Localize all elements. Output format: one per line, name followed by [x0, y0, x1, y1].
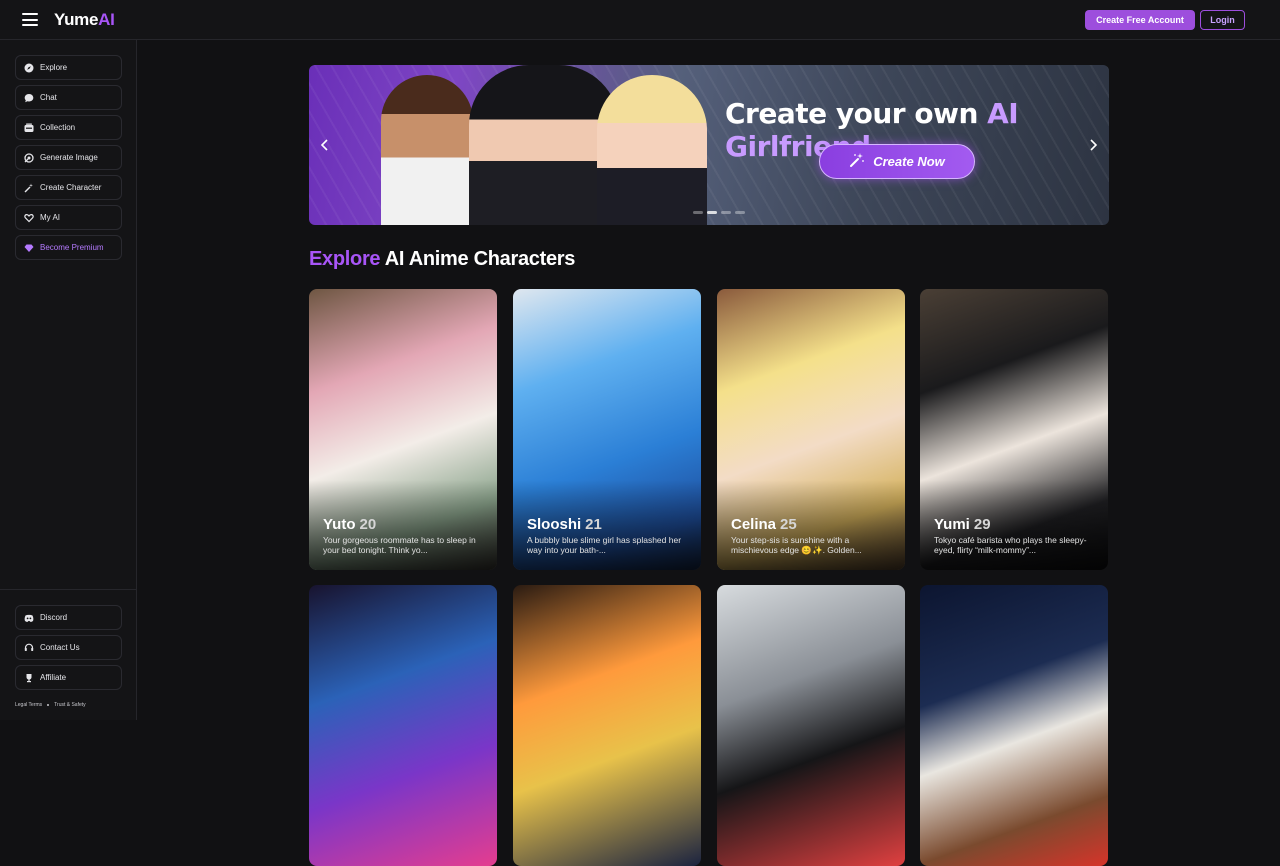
sidebar-item-label: Contact Us	[40, 643, 80, 652]
section-title-rest: AI Anime Characters	[384, 248, 576, 270]
compass-icon	[24, 63, 34, 73]
sidebar-item-label: Collection	[40, 123, 76, 132]
carousel-dot[interactable]	[735, 211, 745, 214]
chat-bubble-icon	[24, 93, 34, 103]
heart-hands-icon	[24, 213, 34, 223]
sidebar-item-label: Chat	[40, 93, 57, 102]
top-bar: YumeAI Create Free Account Login	[0, 0, 1280, 40]
sidebar-item-discord[interactable]: Discord	[15, 605, 122, 630]
banner-title-prefix: Create your own	[725, 97, 978, 130]
trophy-icon	[24, 673, 34, 683]
character-description: Your gorgeous roommate has to sleep in y…	[323, 535, 476, 555]
sidebar-item-label: Generate Image	[40, 153, 98, 162]
sidebar-item-affiliate[interactable]: Affiliate	[15, 665, 122, 690]
character-card[interactable]	[513, 585, 701, 866]
legal-terms-link[interactable]: Legal Terms	[15, 702, 42, 708]
promo-banner[interactable]: Create your own AI Girlfriend Create Now	[309, 65, 1109, 225]
separator-dot	[47, 704, 50, 706]
sidebar-item-label: Create Character	[40, 183, 102, 192]
character-card[interactable]: Celina 25 Your step-sis is sunshine with …	[717, 289, 905, 570]
hamburger-menu-icon[interactable]	[22, 13, 38, 26]
character-card[interactable]	[717, 585, 905, 866]
sidebar-item-label: Discord	[40, 613, 68, 622]
image-gen-icon	[24, 152, 34, 163]
sidebar-item-contact-us[interactable]: Contact Us	[15, 635, 122, 660]
character-age: 20	[359, 516, 377, 533]
create-now-button[interactable]: Create Now	[819, 144, 975, 179]
sidebar-item-generate-image[interactable]: Generate Image	[15, 145, 122, 170]
sidebar-item-create-character[interactable]: Create Character	[15, 175, 122, 200]
collection-icon	[24, 123, 34, 133]
character-description: Tokyo café barista who plays the sleepy-…	[934, 535, 1087, 555]
sidebar-item-my-ai[interactable]: My AI	[15, 205, 122, 230]
carousel-prev-icon[interactable]	[315, 135, 335, 155]
logo-accent: AI	[98, 10, 115, 29]
create-account-button[interactable]: Create Free Account	[1085, 10, 1195, 30]
cta-label: Create Now	[873, 154, 945, 169]
legal-links: Legal Terms Trust & Safety	[15, 702, 86, 708]
banner-character-image	[381, 75, 473, 225]
character-name: Celina 25	[731, 516, 797, 533]
section-title: Explore AI Anime Characters	[309, 248, 575, 271]
character-name: Slooshi 21	[527, 516, 602, 533]
diamond-icon	[24, 243, 34, 253]
logo-text: Yume	[54, 10, 99, 29]
discord-icon	[24, 613, 34, 623]
character-name: Yumi 29	[934, 516, 991, 533]
character-card[interactable]: Slooshi 21 A bubbly blue slime girl has s…	[513, 289, 701, 570]
banner-character-image	[597, 75, 707, 225]
sidebar-item-collection[interactable]: Collection	[15, 115, 122, 140]
character-age: 21	[585, 516, 602, 533]
logo[interactable]: YumeAI	[54, 10, 115, 30]
character-description: A bubbly blue slime girl has splashed he…	[527, 535, 682, 555]
sidebar-item-become-premium[interactable]: Become Premium	[15, 235, 122, 260]
carousel-next-icon[interactable]	[1083, 135, 1103, 155]
sidebar: Explore Chat Collection Generate Image C…	[0, 40, 137, 720]
character-name: Yuto 20	[323, 516, 377, 533]
character-card[interactable]: Yumi 29 Tokyo café barista who plays the …	[920, 289, 1108, 570]
sidebar-item-label: Become Premium	[40, 243, 104, 252]
trust-safety-link[interactable]: Trust & Safety	[54, 702, 86, 708]
headset-icon	[24, 643, 34, 653]
carousel-dot[interactable]	[693, 211, 703, 214]
character-age: 25	[780, 516, 797, 533]
sidebar-divider	[0, 589, 137, 590]
magic-wand-icon	[849, 152, 865, 171]
magic-wand-icon	[24, 183, 34, 193]
sidebar-item-label: Explore	[40, 63, 68, 72]
character-card[interactable]	[920, 585, 1108, 866]
sidebar-item-explore[interactable]: Explore	[15, 55, 122, 80]
character-card[interactable]: Yuto 20 Your gorgeous roommate has to sle…	[309, 289, 497, 570]
section-title-highlight: Explore	[309, 248, 381, 270]
character-card[interactable]	[309, 585, 497, 866]
carousel-dot[interactable]	[721, 211, 731, 214]
carousel-dot[interactable]	[707, 211, 717, 214]
sidebar-item-chat[interactable]: Chat	[15, 85, 122, 110]
character-description: Your step-sis is sunshine with a mischie…	[731, 535, 862, 555]
login-button[interactable]: Login	[1200, 10, 1245, 30]
character-age: 29	[973, 516, 991, 533]
sidebar-item-label: Affiliate	[40, 673, 67, 682]
carousel-indicators	[693, 211, 745, 214]
sidebar-item-label: My AI	[40, 213, 61, 222]
